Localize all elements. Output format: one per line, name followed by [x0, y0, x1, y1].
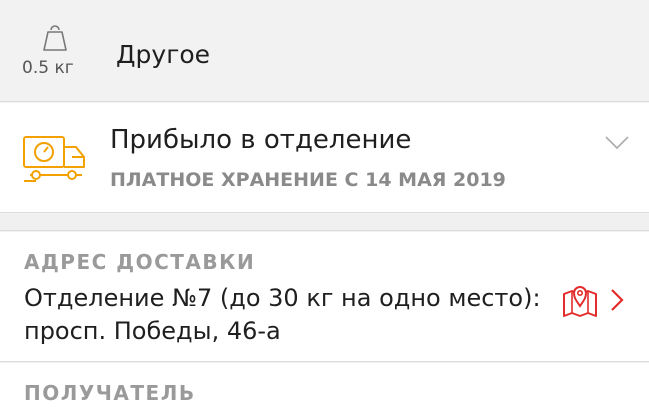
- status-card[interactable]: Прибыло в отделение ПЛАТНОЕ ХРАНЕНИЕ С 1…: [0, 103, 649, 213]
- chevron-right-icon: [611, 289, 624, 311]
- weight-icon: [43, 25, 67, 51]
- map-icon: [563, 286, 597, 317]
- section-divider: [0, 214, 649, 231]
- recipient-card[interactable]: ПОЛУЧАТЕЛЬ: [0, 363, 649, 410]
- recipient-label: ПОЛУЧАТЕЛЬ: [24, 381, 196, 405]
- parcel-type: Другое: [116, 40, 211, 69]
- truck-icon: [23, 136, 85, 182]
- open-map-button[interactable]: [560, 280, 632, 322]
- parcel-info-row: 0.5 кг Другое: [0, 0, 649, 102]
- parcel-weight: 0.5 кг: [22, 58, 74, 78]
- delivery-address-label: АДРЕС ДОСТАВКИ: [24, 250, 256, 274]
- delivery-address-card[interactable]: АДРЕС ДОСТАВКИ Отделение №7 (до 30 кг на…: [0, 232, 649, 362]
- delivery-address: Отделение №7 (до 30 кг на одно место): п…: [24, 284, 541, 345]
- status-title: Прибыло в отделение: [110, 125, 412, 155]
- weight-block: 0.5 кг: [22, 22, 86, 80]
- chevron-down-icon[interactable]: [604, 135, 630, 151]
- status-subtitle: ПЛАТНОЕ ХРАНЕНИЕ С 14 МАЯ 2019: [110, 169, 506, 191]
